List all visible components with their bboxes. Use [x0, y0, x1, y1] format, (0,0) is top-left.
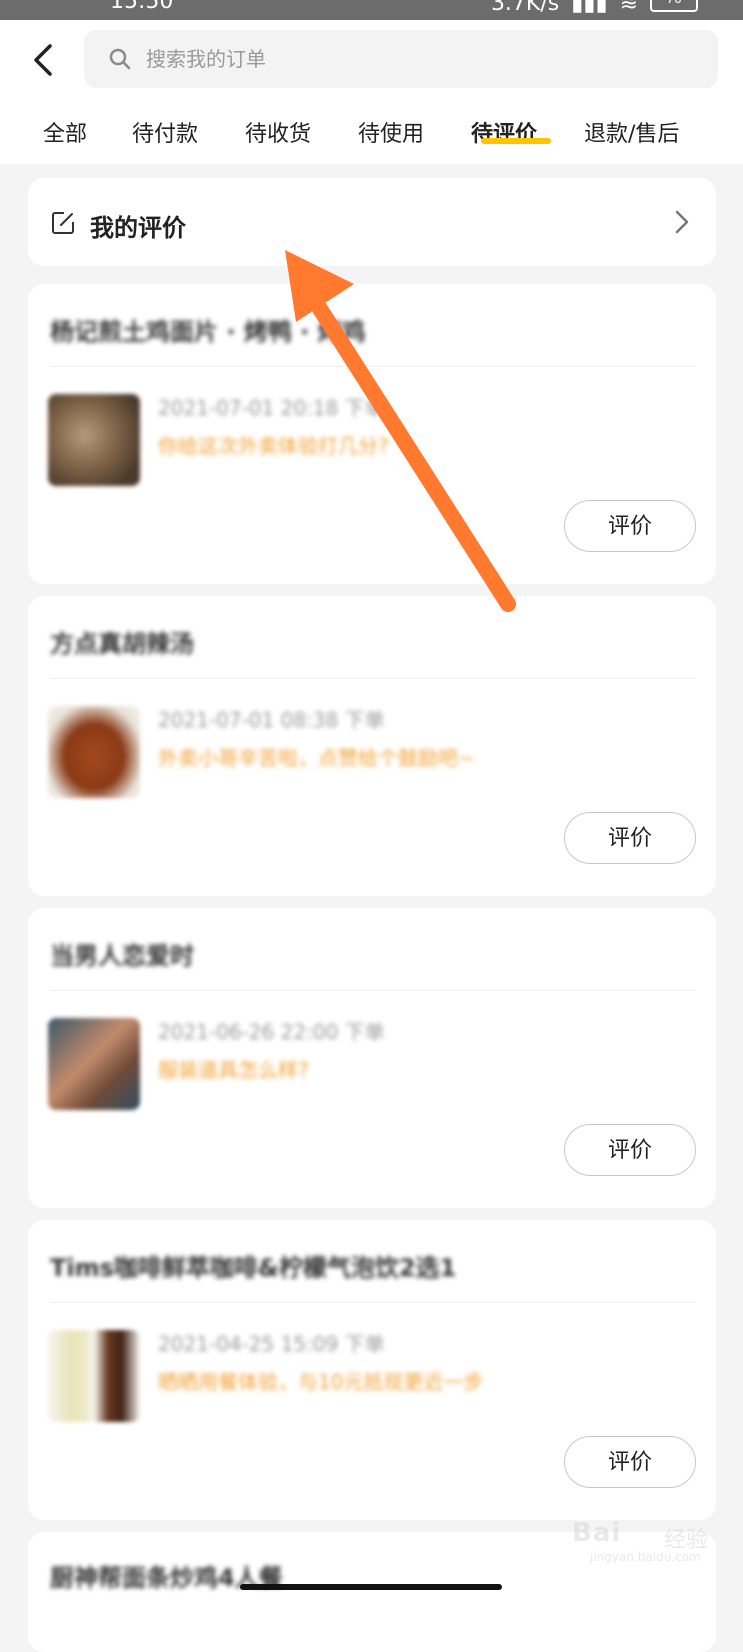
order-card[interactable]: 方点真胡辣汤 2021-07-01 08:38 下单 外卖小哥辛苦啦，点赞给个鼓…	[28, 596, 716, 896]
home-indicator	[240, 1584, 502, 1590]
order-time: 2021-07-01 08:38 下单	[158, 708, 385, 732]
product-thumbnail[interactable]	[48, 1018, 140, 1110]
tab-refund-aftersale[interactable]: 退款/售后	[584, 116, 679, 148]
product-thumbnail[interactable]	[48, 1330, 140, 1422]
review-button[interactable]: 评价	[564, 500, 696, 552]
tab-pending-use[interactable]: 待使用	[358, 116, 424, 148]
tab-pending-payment[interactable]: 待付款	[132, 116, 198, 148]
edit-icon	[52, 212, 74, 234]
divider	[50, 366, 696, 367]
network-speed: 3.7K/s	[490, 0, 560, 16]
order-tabs: 全部 待付款 待收货 待使用 待评价 退款/售后	[0, 116, 743, 164]
active-tab-indicator	[481, 138, 551, 144]
shop-name: 杨记煎土鸡面片 · 烤鸭 · 烤鸡	[50, 318, 366, 346]
review-prompt: 你给这次外卖体验打几分?	[158, 434, 389, 458]
my-reviews-title: 我的评价	[90, 214, 186, 242]
status-bar: 15:50 3.7K/s ▮▮▮ ≋ 76	[0, 0, 743, 20]
search-input[interactable]	[144, 46, 668, 72]
review-button[interactable]: 评价	[564, 812, 696, 864]
review-button[interactable]: 评价	[564, 1436, 696, 1488]
status-icons: 3.7K/s ▮▮▮ ≋ 76	[490, 0, 698, 16]
product-thumbnail[interactable]	[48, 394, 140, 486]
chevron-right-icon	[675, 210, 689, 234]
shop-name: 当男人恋爱时	[50, 942, 194, 970]
order-card[interactable]: 杨记煎土鸡面片 · 烤鸭 · 烤鸡 2021-07-01 20:18 下单 你给…	[28, 284, 716, 584]
review-prompt: 晒晒用餐体验，与10元抵现更近一步	[158, 1370, 484, 1394]
product-thumbnail[interactable]	[48, 706, 140, 798]
back-arrow-icon[interactable]	[22, 38, 66, 82]
header: 全部 待付款 待收货 待使用 待评价 退款/售后	[0, 20, 743, 164]
divider	[50, 1302, 696, 1303]
divider	[50, 678, 696, 679]
watermark-brand: Bai	[572, 1518, 622, 1548]
battery-icon: 76	[650, 0, 698, 12]
divider	[50, 990, 696, 991]
order-time: 2021-06-26 22:00 下单	[158, 1020, 385, 1044]
watermark-url: jingyan.baidu.com	[590, 1550, 701, 1564]
review-button[interactable]: 评价	[564, 1124, 696, 1176]
my-reviews-entry[interactable]: 我的评价	[28, 178, 716, 266]
watermark: Bai 经验 jingyan.baidu.com	[572, 1500, 722, 1564]
order-card[interactable]: Tims咖啡鲜萃咖啡&柠檬气泡饮2选1 2021-04-25 15:09 下单 …	[28, 1220, 716, 1520]
order-card[interactable]: 当男人恋爱时 2021-06-26 22:00 下单 服装道具怎么样? 评价	[28, 908, 716, 1208]
search-icon	[109, 48, 131, 70]
wifi-icon: ≋	[619, 0, 638, 16]
order-time: 2021-04-25 15:09 下单	[158, 1332, 385, 1356]
tab-pending-receipt[interactable]: 待收货	[245, 116, 311, 148]
search-bar[interactable]	[84, 30, 718, 88]
review-prompt: 外卖小哥辛苦啦，点赞给个鼓励吧~	[158, 746, 475, 770]
shop-name: 方点真胡辣汤	[50, 630, 194, 658]
shop-name: Tims咖啡鲜萃咖啡&柠檬气泡饮2选1	[50, 1254, 457, 1282]
review-prompt: 服装道具怎么样?	[158, 1058, 309, 1082]
order-time: 2021-07-01 20:18 下单	[158, 396, 385, 420]
status-time: 15:50	[110, 0, 174, 14]
tab-all[interactable]: 全部	[43, 116, 87, 148]
signal-icon: ▮▮▮	[571, 0, 608, 16]
